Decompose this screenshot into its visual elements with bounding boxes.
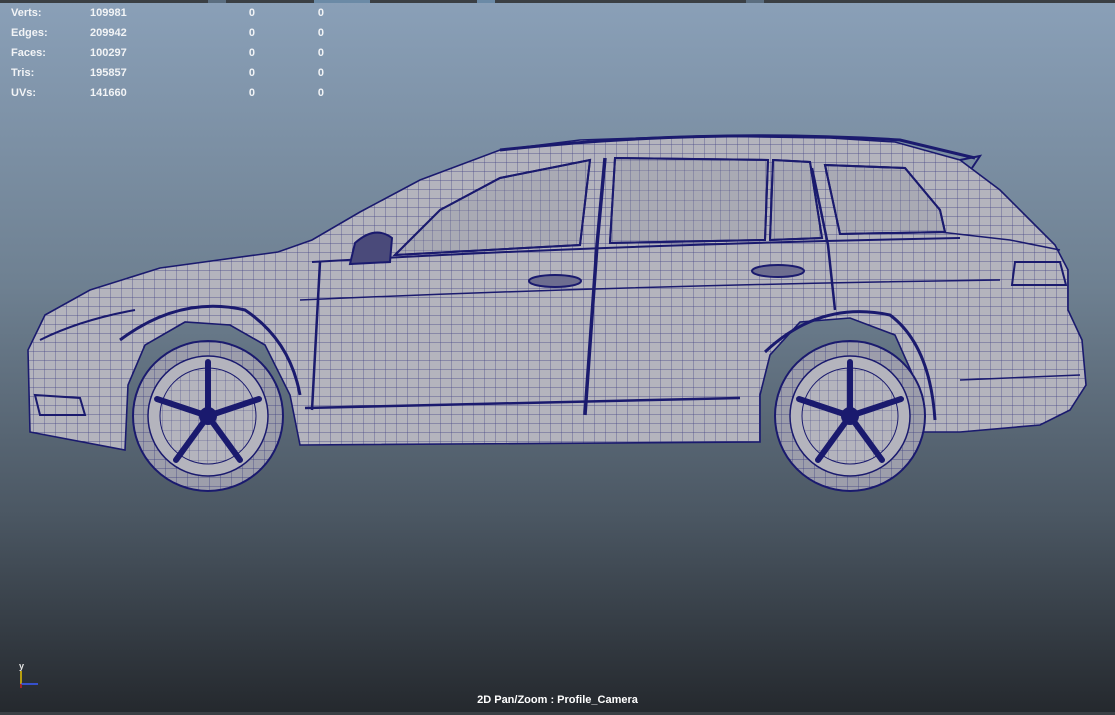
car-wireframe-model[interactable] — [0, 0, 1115, 715]
rear-wheel — [774, 340, 926, 492]
modeling-viewport[interactable]: Verts: 109981 0 0 Edges: 209942 0 0 Face… — [0, 0, 1115, 715]
front-wheel — [132, 340, 284, 492]
axis-gizmo-icon: y — [19, 661, 38, 688]
camera-label: 2D Pan/Zoom : Profile_Camera — [477, 694, 638, 706]
axis-y-label: y — [19, 661, 24, 671]
